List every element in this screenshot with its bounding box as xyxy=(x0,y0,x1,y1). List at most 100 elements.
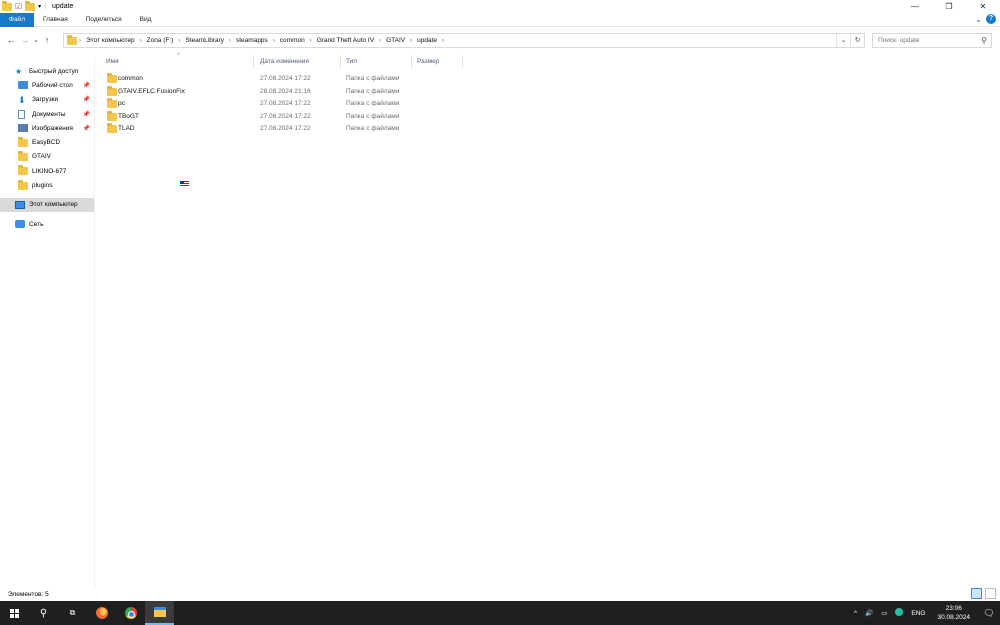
nav-label: Документы xyxy=(32,110,66,118)
file-type: Папка с файлами xyxy=(346,125,400,133)
star-icon: ★ xyxy=(15,67,23,77)
column-divider[interactable] xyxy=(411,55,412,69)
recent-locations-button[interactable]: ⌄ xyxy=(32,36,40,44)
nav-documents[interactable]: Документы 📌 xyxy=(0,107,94,121)
refresh-button[interactable]: ↻ xyxy=(850,34,864,47)
minimize-button[interactable]: — xyxy=(898,0,932,13)
pin-icon: 📌 xyxy=(82,97,90,104)
volume-icon[interactable]: 🔊 xyxy=(861,609,877,617)
column-date[interactable]: Дата изменения xyxy=(260,58,309,65)
file-list: ^ Имя Дата изменения Тип Размер common 2… xyxy=(96,53,1000,587)
nav-downloads[interactable]: ⬇ Загрузки 📌 xyxy=(0,93,94,107)
details-view-icon[interactable] xyxy=(971,588,982,599)
window-title: update xyxy=(52,3,74,10)
address-dropdown-button[interactable]: ⌄ xyxy=(836,34,850,47)
nav-label: plugins xyxy=(32,182,53,190)
notifications-icon[interactable]: 🗨 xyxy=(978,608,1000,619)
file-explorer-button[interactable] xyxy=(145,601,174,625)
breadcrumb-steamapps[interactable]: steamapps xyxy=(233,37,271,44)
network-tray-icon[interactable]: ▭ xyxy=(877,609,891,617)
firefox-button[interactable] xyxy=(87,601,116,625)
folder-icon xyxy=(67,34,77,45)
column-size[interactable]: Размер xyxy=(417,58,439,65)
quick-access-toolbar: ☑ ▾ | xyxy=(0,0,47,11)
start-button[interactable] xyxy=(0,601,29,625)
up-button[interactable]: ↑ xyxy=(40,35,54,45)
nav-folder-easybcd[interactable]: EasyBCD xyxy=(0,135,94,149)
file-type: Папка с файлами xyxy=(346,75,400,82)
customize-toolbar-icon[interactable]: ▾ xyxy=(38,3,41,10)
nav-folder-plugins[interactable]: plugins xyxy=(0,178,94,192)
breadcrumb-common[interactable]: common xyxy=(277,37,308,44)
tab-file[interactable]: Файл xyxy=(0,12,34,27)
search-box[interactable]: ⚲ xyxy=(872,33,992,48)
pin-icon: 📌 xyxy=(82,125,90,132)
column-type[interactable]: Тип xyxy=(346,58,357,65)
windows-logo-icon xyxy=(10,608,19,618)
tab-view[interactable]: Вид xyxy=(131,13,161,27)
nav-quick-access[interactable]: ★ Быстрый доступ xyxy=(0,64,94,78)
search-input[interactable] xyxy=(878,37,973,44)
table-row[interactable]: TLAD 27.08.2024 17:22 Папка с файлами xyxy=(96,123,416,136)
folder-icon xyxy=(107,98,117,109)
nav-network[interactable]: Сеть xyxy=(0,217,94,231)
breadcrumb-update[interactable]: update xyxy=(414,37,440,44)
nav-this-pc[interactable]: Этот компьютер xyxy=(0,197,94,212)
column-divider[interactable] xyxy=(462,55,463,69)
column-divider[interactable] xyxy=(253,55,254,69)
close-button[interactable]: ✕ xyxy=(966,0,1000,13)
column-name[interactable]: Имя xyxy=(106,58,119,65)
tab-share[interactable]: Поделиться xyxy=(77,13,131,27)
nav-folder-gtaiv[interactable]: GTAIV xyxy=(0,150,94,164)
folder-icon xyxy=(2,0,12,11)
breadcrumb-this-pc[interactable]: Этот компьютер xyxy=(83,37,138,44)
help-icon[interactable]: ? xyxy=(986,14,996,24)
table-row[interactable]: common 27.08.2024 17:22 Папка с файлами xyxy=(96,73,416,86)
clock-date: 30.08.2024 xyxy=(937,614,970,621)
chrome-button[interactable] xyxy=(116,601,145,625)
large-icons-view-icon[interactable] xyxy=(985,588,996,599)
column-divider[interactable] xyxy=(340,55,341,69)
tab-home[interactable]: Главная xyxy=(34,13,77,27)
nav-desktop[interactable]: Рабочий стол 📌 xyxy=(0,78,94,92)
search-taskbar-button[interactable]: ⚲ xyxy=(29,601,58,625)
file-name: common xyxy=(118,75,143,82)
item-count: Элементов: 5 xyxy=(8,591,49,598)
breadcrumb-drive[interactable]: Zona (F:) xyxy=(144,37,177,44)
nav-folder-likino[interactable]: LIKINO-677 xyxy=(0,164,94,178)
forward-button[interactable]: → xyxy=(18,35,32,45)
new-folder-icon[interactable] xyxy=(25,0,36,11)
folder-icon xyxy=(18,165,28,176)
network-icon xyxy=(15,220,25,229)
search-icon[interactable]: ⚲ xyxy=(981,36,987,45)
folder-icon xyxy=(107,123,117,134)
table-row[interactable]: TBoGT 27.08.2024 17:22 Папка с файлами xyxy=(96,110,416,124)
table-row[interactable]: pc 27.08.2024 17:22 Папка с файлами xyxy=(96,98,416,111)
nav-label: EasyBCD xyxy=(32,139,61,147)
restore-button[interactable]: ❐ xyxy=(932,0,966,13)
expand-ribbon-icon[interactable]: ⌄ xyxy=(975,15,982,24)
breadcrumb-gta-iv[interactable]: Grand Theft Auto IV xyxy=(314,37,377,44)
ribbon: Файл Главная Поделиться Вид ⌄ ? xyxy=(0,12,1000,27)
properties-icon[interactable]: ☑ xyxy=(15,2,22,11)
app-tray-icon[interactable] xyxy=(891,608,907,618)
input-language[interactable]: ENG xyxy=(907,610,929,617)
sort-ascending-icon: ^ xyxy=(177,53,180,59)
chrome-icon xyxy=(124,607,137,619)
chevron-right-icon[interactable]: › xyxy=(440,38,446,44)
clock[interactable]: 23:06 30.08.2024 xyxy=(929,604,978,622)
task-view-icon: ⧉ xyxy=(69,608,76,617)
navigation-pane: ★ Быстрый доступ Рабочий стол 📌 ⬇ Загруз… xyxy=(0,58,95,588)
back-button[interactable]: ← xyxy=(4,35,18,45)
nav-pictures[interactable]: Изображения 📌 xyxy=(0,121,94,135)
task-view-button[interactable]: ⧉ xyxy=(58,601,87,625)
pin-icon: 📌 xyxy=(82,82,90,89)
breadcrumb-steamlibrary[interactable]: SteamLibrary xyxy=(182,37,227,44)
table-row[interactable]: GTAIV.EFLC.FusionFix 28.08.2024 21:16 Па… xyxy=(96,85,416,99)
title-separator: | xyxy=(44,3,47,10)
address-bar[interactable]: › Этот компьютер › Zona (F:) › SteamLibr… xyxy=(63,33,865,48)
show-hidden-icons-button[interactable]: ^ xyxy=(850,610,861,617)
breadcrumb-gtaiv[interactable]: GTAIV xyxy=(383,37,408,44)
file-date: 27.08.2024 17:22 xyxy=(260,75,311,82)
nav-label: Этот компьютер xyxy=(29,201,78,209)
